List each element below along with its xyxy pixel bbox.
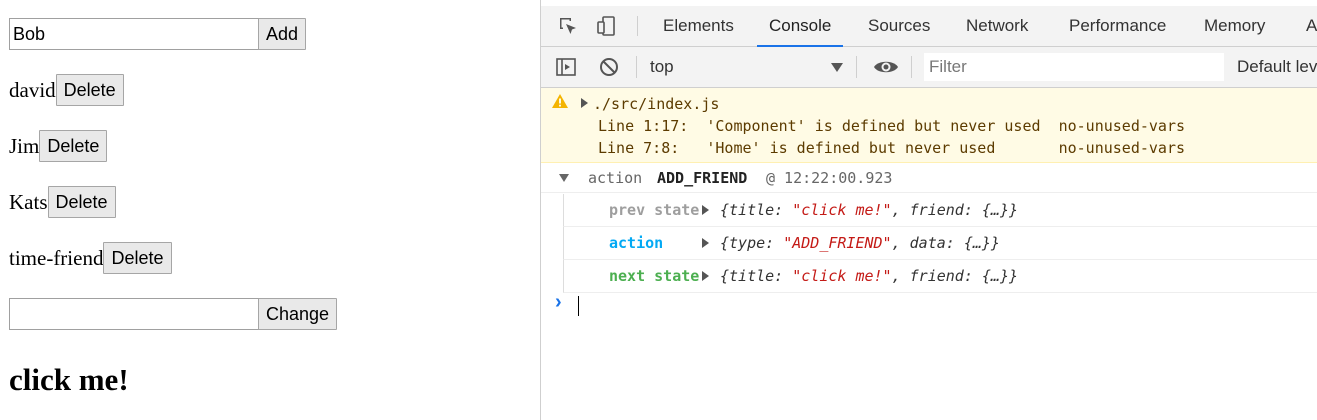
delete-button[interactable]: Delete	[39, 130, 108, 162]
change-button[interactable]: Change	[258, 298, 338, 330]
warning-message: ./src/index.js Line 1:17: 'Component' is…	[541, 88, 1317, 163]
tab-application[interactable]: A	[1306, 6, 1317, 46]
log-group-header[interactable]: action ADD_FRIEND @ 12:22:00.923	[541, 164, 1317, 193]
app-panel: Add david Delete Jim Delete Kats Delete …	[0, 0, 540, 420]
expand-arrow-icon[interactable]	[581, 98, 588, 108]
add-button[interactable]: Add	[258, 18, 307, 50]
value-text: {title:	[720, 267, 793, 285]
text-cursor	[578, 296, 579, 316]
tab-memory[interactable]: Memory	[1204, 6, 1265, 46]
friend-name-input[interactable]	[9, 18, 259, 50]
log-entry-prev-state: prev state {title: "click me!", friend: …	[563, 194, 1317, 227]
list-item: time-friend Delete	[9, 242, 172, 274]
list-item: david Delete	[9, 74, 124, 106]
tab-elements[interactable]: Elements	[663, 6, 734, 46]
collapse-arrow-icon[interactable]	[559, 174, 569, 182]
page-title: click me!	[9, 362, 129, 397]
chevron-down-icon[interactable]	[831, 63, 843, 72]
expand-arrow-icon[interactable]	[702, 271, 709, 281]
tab-console[interactable]: Console	[756, 6, 844, 47]
value-string: "click me!"	[792, 201, 892, 219]
entry-label: action	[609, 234, 664, 252]
divider	[911, 56, 912, 78]
entry-value[interactable]: {title: "click me!", friend: {…}}	[720, 194, 1018, 226]
list-item: Jim Delete	[9, 130, 108, 162]
warning-line: Line 1:17: 'Component' is defined but ne…	[598, 117, 1185, 135]
device-toolbar-icon[interactable]	[595, 15, 617, 37]
expand-arrow-icon[interactable]	[702, 205, 709, 215]
value-text: , friend: {…}}	[891, 201, 1019, 219]
tab-network[interactable]: Network	[966, 6, 1028, 46]
friend-name: Kats	[9, 189, 48, 214]
value-text: {title:	[720, 201, 793, 219]
eye-icon[interactable]	[873, 56, 898, 78]
tab-sources[interactable]: Sources	[868, 6, 930, 46]
tab-performance[interactable]: Performance	[1069, 6, 1166, 46]
console-toolbar: top Default levels	[541, 47, 1317, 88]
value-text: , data: {…}}	[891, 234, 1000, 252]
warning-line: Line 7:8: 'Home' is defined but never us…	[598, 139, 1185, 157]
divider	[636, 56, 637, 78]
sidebar-toggle-icon[interactable]	[555, 56, 577, 78]
expand-arrow-icon[interactable]	[702, 238, 709, 248]
group-prefix: action	[588, 169, 643, 187]
clear-console-icon[interactable]	[598, 56, 620, 78]
friend-name: Jim	[9, 133, 40, 158]
value-string: "ADD_FRIEND"	[783, 234, 892, 252]
entry-label: next state	[609, 267, 700, 285]
filter-input[interactable]	[924, 53, 1224, 81]
divider	[637, 16, 638, 36]
friend-name: time-friend	[9, 245, 104, 270]
value-string: "click me!"	[792, 267, 892, 285]
log-levels-select[interactable]: Default levels	[1237, 47, 1317, 87]
devtools-tabbar: Elements Console Sources Network Perform…	[541, 6, 1317, 47]
delete-button[interactable]: Delete	[55, 74, 124, 106]
warning-icon	[551, 93, 569, 114]
value-text: {type:	[720, 234, 784, 252]
list-item: Kats Delete	[9, 186, 116, 218]
console-prompt[interactable]: ›	[541, 291, 1317, 321]
prompt-chevron-icon: ›	[555, 291, 562, 313]
warning-source[interactable]: ./src/index.js	[593, 95, 719, 113]
log-entry-action: action {type: "ADD_FRIEND", data: {…}}	[563, 227, 1317, 260]
delete-button[interactable]: Delete	[103, 242, 172, 274]
delete-button[interactable]: Delete	[47, 186, 116, 218]
log-entry-next-state: next state {title: "click me!", friend: …	[563, 260, 1317, 293]
entry-value[interactable]: {title: "click me!", friend: {…}}	[720, 260, 1018, 292]
devtools-panel: Elements Console Sources Network Perform…	[540, 0, 1317, 420]
friend-name: david	[9, 77, 56, 102]
action-name: ADD_FRIEND	[657, 169, 748, 187]
entry-label: prev state	[609, 201, 700, 219]
entry-value[interactable]: {type: "ADD_FRIEND", data: {…}}	[720, 227, 1000, 259]
timestamp: @ 12:22:00.923	[766, 169, 893, 187]
inspect-element-icon[interactable]	[557, 15, 579, 37]
value-text: , friend: {…}}	[891, 267, 1019, 285]
context-select[interactable]: top	[650, 47, 674, 87]
title-change-input[interactable]	[9, 298, 259, 330]
divider	[856, 56, 857, 78]
